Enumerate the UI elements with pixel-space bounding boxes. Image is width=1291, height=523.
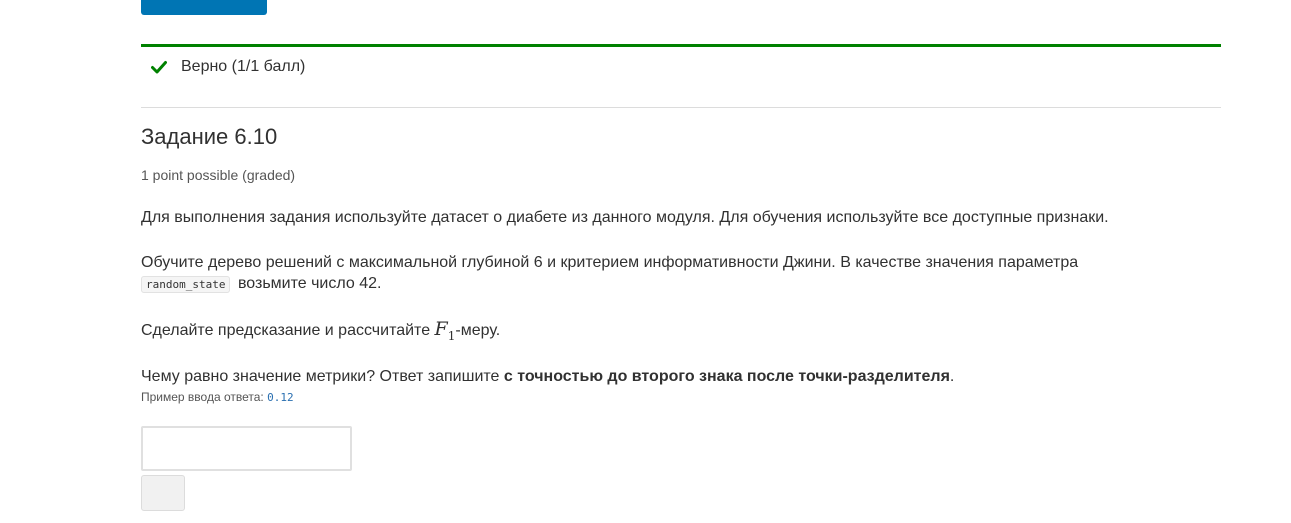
status-text: Верно (1/1 балл): [181, 58, 306, 75]
problem-paragraph-3: Сделайте предсказание и рассчитайте F1-м…: [141, 319, 1181, 347]
problem-title: Задание 6.10: [141, 124, 278, 149]
input-hint: Пример ввода ответа: 0.12: [141, 390, 294, 404]
problem-paragraph-4: Чему равно значение метрики? Ответ запиш…: [141, 366, 1181, 387]
hint-label: Пример ввода ответа:: [141, 390, 264, 404]
paragraph-4-text-before: Чему равно значение метрики? Ответ запиш…: [141, 368, 500, 385]
checkmark-icon: [151, 61, 167, 74]
paragraph-2-text-after: возьмите число 42.: [237, 275, 382, 292]
problem-paragraph-1: Для выполнения задания используйте датас…: [141, 207, 1181, 228]
answer-input[interactable]: [141, 426, 352, 471]
paragraph-1-text: Для выполнения задания используйте датас…: [141, 209, 1109, 226]
paragraph-4-text-after: .: [949, 368, 955, 385]
status-message: Верно (1/1 балл): [151, 58, 305, 76]
problem-paragraph-2: Обучите дерево решений с максимальной гл…: [141, 252, 1181, 295]
paragraph-2-text-before: Обучите дерево решений с максимальной гл…: [141, 254, 1079, 271]
top-action-button[interactable]: [141, 0, 267, 15]
points-info: 1 point possible (graded): [141, 167, 296, 183]
status-bar: [141, 44, 1221, 47]
paragraph-3-text-before: Сделайте предсказание и рассчитайте: [141, 322, 431, 339]
divider: [141, 107, 1221, 108]
hint-example: 0.12: [267, 391, 294, 404]
paragraph-4-bold: с точностью до второго знака после точки…: [503, 368, 950, 385]
code-random-state: random_state: [141, 276, 231, 293]
submit-button[interactable]: [141, 475, 185, 511]
paragraph-3-text-after: -меру.: [455, 322, 501, 339]
math-f1: F1: [434, 318, 456, 343]
math-variable: F: [434, 318, 448, 340]
